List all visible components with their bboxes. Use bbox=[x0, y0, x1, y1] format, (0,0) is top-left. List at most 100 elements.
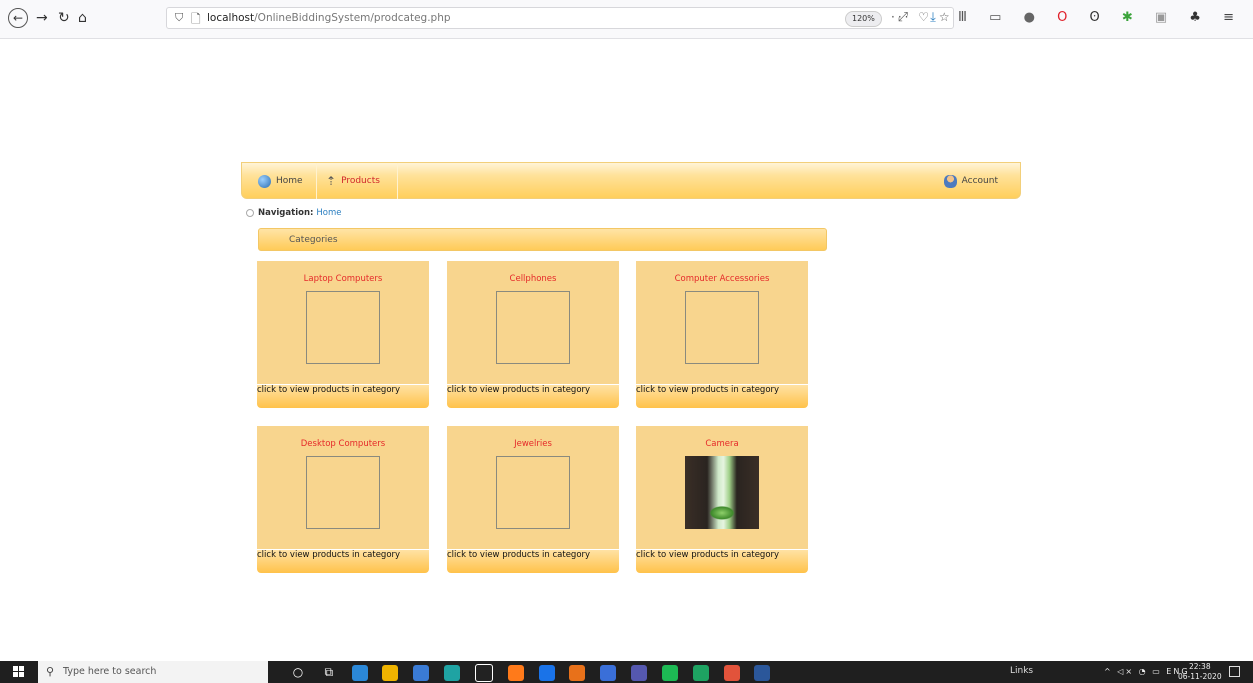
category-image[interactable] bbox=[685, 291, 759, 364]
teams-icon[interactable] bbox=[631, 665, 648, 681]
file-explorer-icon[interactable] bbox=[382, 665, 399, 681]
clock-date: 06-11-2020 bbox=[1178, 672, 1222, 681]
volume-icon[interactable]: ◁× bbox=[1117, 667, 1134, 676]
category-card[interactable]: Laptop Computers bbox=[257, 261, 429, 384]
category-card[interactable]: Desktop Computers bbox=[257, 426, 429, 549]
forward-button[interactable]: → bbox=[36, 10, 48, 26]
app-icon[interactable] bbox=[351, 665, 368, 681]
category-title[interactable]: Camera bbox=[636, 439, 808, 449]
taskbar-search[interactable]: ⚲ Type here to search bbox=[38, 661, 268, 683]
menu-icon[interactable]: ≡ bbox=[1223, 10, 1243, 25]
reload-button[interactable]: ↻ bbox=[58, 10, 70, 26]
back-button[interactable]: ← bbox=[8, 8, 28, 28]
category-title[interactable]: Computer Accessories bbox=[636, 274, 808, 284]
extension-icons: ⤢ ⤓ Ⅲ ▭ ● O ʘ ✱ ▣ ♣ ≡ bbox=[898, 10, 1243, 25]
category-footer[interactable]: click to view products in category bbox=[257, 385, 429, 408]
category-footer[interactable]: click to view products in category bbox=[447, 385, 619, 408]
word-icon[interactable] bbox=[754, 665, 771, 681]
chrome-icon[interactable] bbox=[538, 665, 555, 681]
breadcrumb-home-link[interactable]: Home bbox=[316, 208, 341, 218]
category-card[interactable]: Computer Accessories bbox=[636, 261, 808, 384]
user-icon bbox=[943, 174, 957, 188]
search-placeholder: Type here to search bbox=[63, 666, 157, 677]
taskbar-links[interactable]: Links bbox=[1010, 666, 1033, 676]
taskbar-apps: ○ ⧉ bbox=[290, 664, 781, 682]
system-tray[interactable]: ^ ◁× ◔ ▭ ENG bbox=[1104, 667, 1190, 676]
category-card[interactable]: Camera bbox=[636, 426, 808, 549]
battery-icon[interactable]: ▭ bbox=[1152, 667, 1162, 676]
category-image[interactable] bbox=[496, 456, 570, 529]
category-card[interactable]: Jewelries bbox=[447, 426, 619, 549]
category-image[interactable] bbox=[306, 291, 380, 364]
nav-home-label: Home bbox=[276, 176, 303, 186]
category-caption[interactable]: click to view products in category bbox=[257, 385, 400, 395]
taskbar: ⚲ Type here to search ○ ⧉ Links ^ ◁× ◔ ▭… bbox=[0, 661, 1253, 683]
categories-header: Categories bbox=[258, 228, 827, 251]
category-title[interactable]: Jewelries bbox=[447, 439, 619, 449]
app-orange-icon[interactable] bbox=[569, 665, 586, 681]
category-title[interactable]: Cellphones bbox=[447, 274, 619, 284]
category-caption[interactable]: click to view products in category bbox=[257, 550, 400, 560]
amazon-icon[interactable] bbox=[474, 664, 493, 682]
breadcrumb: Navigation: Home bbox=[246, 208, 341, 218]
chevron-up-icon[interactable]: ^ bbox=[1104, 667, 1113, 676]
spotify-icon[interactable] bbox=[661, 665, 678, 681]
category-caption[interactable]: click to view products in category bbox=[447, 550, 590, 560]
library-icon[interactable]: Ⅲ bbox=[958, 10, 976, 25]
url-bar[interactable]: ⛉ 🗋 localhost/OnlineBiddingSystem/prodca… bbox=[166, 7, 954, 29]
categories-title: Categories bbox=[289, 235, 338, 245]
home-button[interactable]: ⌂ bbox=[78, 10, 87, 26]
ext-o-icon[interactable]: ʘ bbox=[1089, 10, 1108, 25]
category-card[interactable]: Cellphones bbox=[447, 261, 619, 384]
breadcrumb-label: Navigation: bbox=[258, 208, 314, 218]
globe-icon bbox=[258, 174, 271, 188]
category-footer[interactable]: click to view products in category bbox=[257, 550, 429, 573]
firefox-icon[interactable] bbox=[507, 665, 524, 681]
category-footer[interactable]: click to view products in category bbox=[636, 550, 808, 573]
category-title[interactable]: Desktop Computers bbox=[257, 439, 429, 449]
mail-icon[interactable] bbox=[600, 665, 617, 681]
downloads-icon[interactable]: ⤓ bbox=[930, 10, 945, 25]
search-icon: ⚲ bbox=[46, 665, 55, 678]
taskbar-clock[interactable]: 22:38 06-11-2020 bbox=[1178, 662, 1222, 682]
app-red-icon[interactable] bbox=[723, 665, 740, 681]
site-navbar: Home ⇡ Products Account bbox=[241, 162, 1021, 199]
nav-home[interactable]: Home bbox=[242, 163, 317, 199]
windows-start-icon[interactable] bbox=[13, 666, 25, 678]
wifi-icon[interactable]: ◔ bbox=[1139, 667, 1148, 676]
category-caption[interactable]: click to view products in category bbox=[447, 385, 590, 395]
shield-icon[interactable]: ⛉ bbox=[175, 11, 183, 25]
nav-products[interactable]: ⇡ Products bbox=[318, 163, 398, 199]
nav-products-label: Products bbox=[341, 176, 380, 186]
category-footer[interactable]: click to view products in category bbox=[447, 550, 619, 573]
category-footer[interactable]: click to view products in category bbox=[636, 385, 808, 408]
edge-icon[interactable] bbox=[444, 665, 461, 681]
sidebar-icon[interactable]: ▭ bbox=[989, 10, 1010, 25]
opera-ext-icon[interactable]: O bbox=[1057, 10, 1076, 25]
nav-account-label: Account bbox=[961, 176, 998, 186]
arrow-up-icon: ⇡ bbox=[326, 174, 337, 188]
app-green-icon[interactable] bbox=[692, 665, 709, 681]
puzzle-ext-icon[interactable]: ✱ bbox=[1122, 10, 1142, 25]
zoom-badge[interactable]: 120% bbox=[845, 11, 882, 27]
task-view-icon[interactable]: ⧉ bbox=[321, 665, 337, 681]
url-text[interactable]: localhost/OnlineBiddingSystem/prodcateg.… bbox=[207, 12, 451, 24]
page-info-icon[interactable]: 🗋 bbox=[191, 10, 201, 31]
category-title[interactable]: Laptop Computers bbox=[257, 274, 429, 284]
bullet-icon bbox=[246, 208, 254, 217]
category-photo[interactable] bbox=[685, 456, 759, 529]
category-caption[interactable]: click to view products in category bbox=[636, 550, 779, 560]
category-caption[interactable]: click to view products in category bbox=[636, 385, 779, 395]
fullscreen-icon[interactable]: ⤢ bbox=[898, 10, 917, 25]
nav-account[interactable]: Account bbox=[943, 163, 998, 199]
cortana-icon[interactable]: ○ bbox=[290, 665, 306, 681]
category-image[interactable] bbox=[496, 291, 570, 364]
ext-shape-icon[interactable]: ♣ bbox=[1189, 10, 1210, 25]
store-icon[interactable] bbox=[413, 665, 430, 681]
clock-time: 22:38 bbox=[1188, 662, 1211, 671]
account-ext-icon[interactable]: ● bbox=[1024, 10, 1044, 25]
ext-square-icon[interactable]: ▣ bbox=[1155, 10, 1176, 25]
browser-toolbar: ← → ↻ ⌂ ⛉ 🗋 localhost/OnlineBiddingSyste… bbox=[0, 0, 1253, 39]
notification-icon[interactable] bbox=[1229, 666, 1240, 677]
category-image[interactable] bbox=[306, 456, 380, 529]
